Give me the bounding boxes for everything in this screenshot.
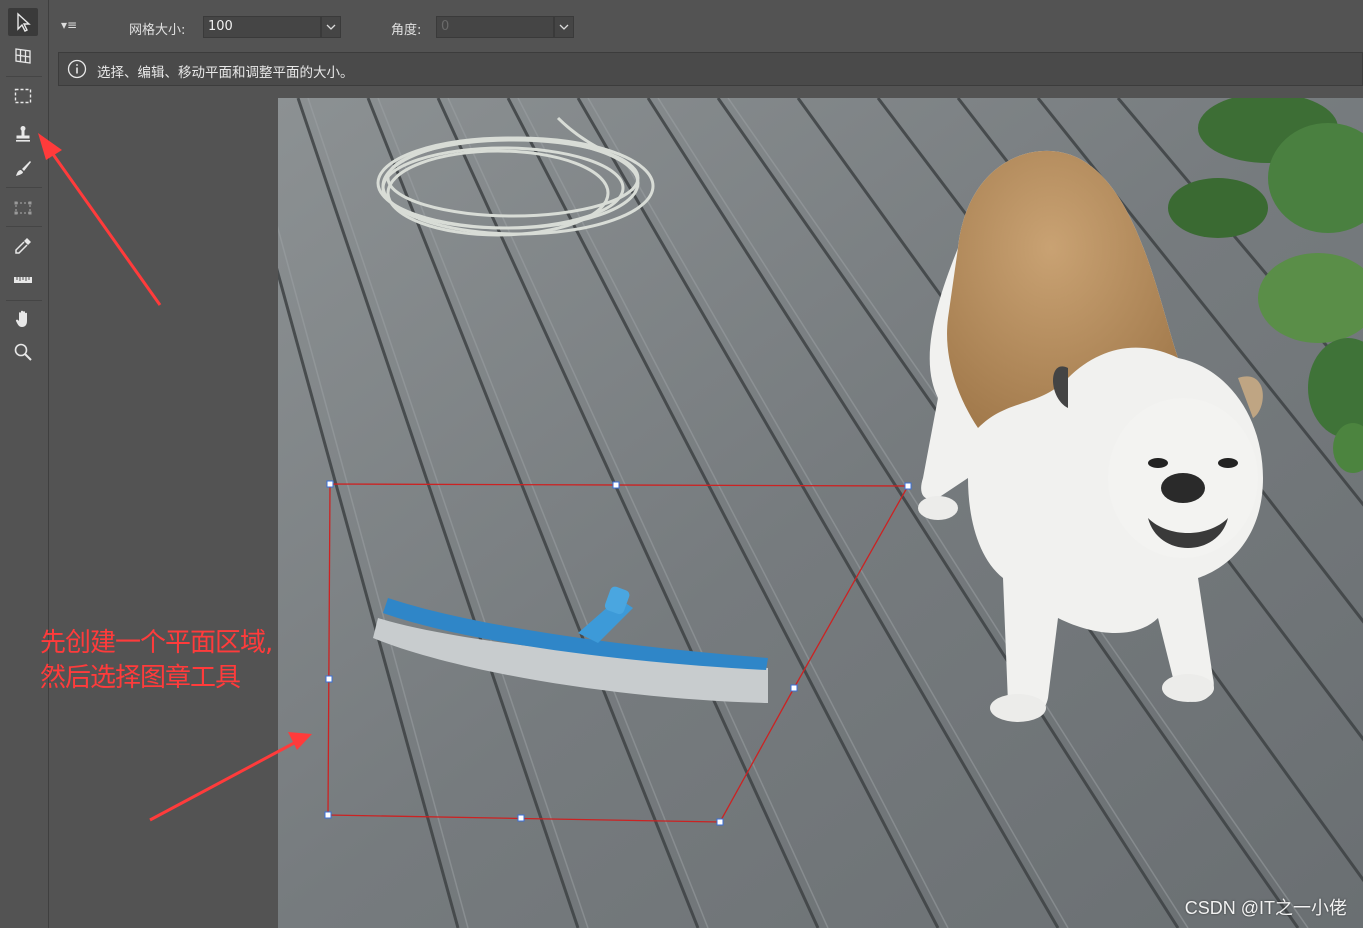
plane-handle[interactable] xyxy=(790,684,798,692)
grid-plane-icon xyxy=(15,48,31,64)
angle-dropdown-button[interactable] xyxy=(554,16,574,38)
annotation-text: 先创建一个平面区域, 然后选择图章工具 xyxy=(40,626,300,696)
eyedropper-tool[interactable] xyxy=(8,232,38,260)
arrow-cursor-icon xyxy=(17,12,31,32)
plane-handle[interactable] xyxy=(326,480,334,488)
plane-handle[interactable] xyxy=(716,818,724,826)
angle-label: 角度: xyxy=(391,23,422,38)
create-plane-tool[interactable] xyxy=(8,42,38,70)
grid-size-field[interactable]: 100 xyxy=(203,16,321,38)
deck-photo xyxy=(278,98,1363,928)
hand-icon xyxy=(15,310,27,327)
stamp-tool[interactable] xyxy=(8,120,38,148)
grid-size-dropdown-button[interactable] xyxy=(321,16,341,38)
dashed-rectangle-icon xyxy=(14,88,32,104)
eyedropper-icon xyxy=(15,238,31,254)
brush-icon xyxy=(16,161,31,176)
options-bar: ▾≡ 网格大小: 100 角度: 0 xyxy=(49,4,1363,48)
plane-handle[interactable] xyxy=(325,675,333,683)
panel-menu-icon[interactable]: ▾≡ xyxy=(61,18,77,32)
transform-icon xyxy=(14,201,32,215)
annotation-line: 先创建一个平面区域, xyxy=(40,628,273,658)
toolbar-divider xyxy=(6,187,42,188)
angle-field[interactable]: 0 xyxy=(436,16,554,38)
selection-tool[interactable] xyxy=(8,8,38,36)
toolbar-divider xyxy=(6,226,42,227)
transform-tool[interactable] xyxy=(8,194,38,222)
plane-handle[interactable] xyxy=(612,481,620,489)
marquee-tool[interactable] xyxy=(8,82,38,110)
plane-handle[interactable] xyxy=(904,482,912,490)
measure-tool[interactable] xyxy=(8,266,38,294)
hand-tool[interactable] xyxy=(8,305,38,333)
ruler-icon xyxy=(14,277,32,283)
info-bar: 选择、编辑、移动平面和调整平面的大小。 xyxy=(58,52,1363,86)
info-circle-icon xyxy=(67,59,87,79)
plane-handle[interactable] xyxy=(324,811,332,819)
watermark: CSDN @IT之一小佬 xyxy=(1184,898,1347,918)
toolbar-divider xyxy=(6,300,42,301)
tool-panel xyxy=(0,0,49,928)
chevron-down-icon xyxy=(326,24,336,30)
canvas-image[interactable] xyxy=(278,98,1363,928)
info-message: 选择、编辑、移动平面和调整平面的大小。 xyxy=(97,65,354,81)
grid-size-label: 网格大小: xyxy=(129,23,186,38)
magnifier-icon xyxy=(14,343,32,361)
brush-tool[interactable] xyxy=(8,154,38,182)
plane-handle[interactable] xyxy=(517,814,525,822)
annotation-line: 然后选择图章工具 xyxy=(40,663,241,693)
stamp-icon xyxy=(16,126,30,142)
toolbar-divider xyxy=(6,76,42,77)
chevron-down-icon xyxy=(559,24,569,30)
zoom-tool[interactable] xyxy=(8,338,38,366)
